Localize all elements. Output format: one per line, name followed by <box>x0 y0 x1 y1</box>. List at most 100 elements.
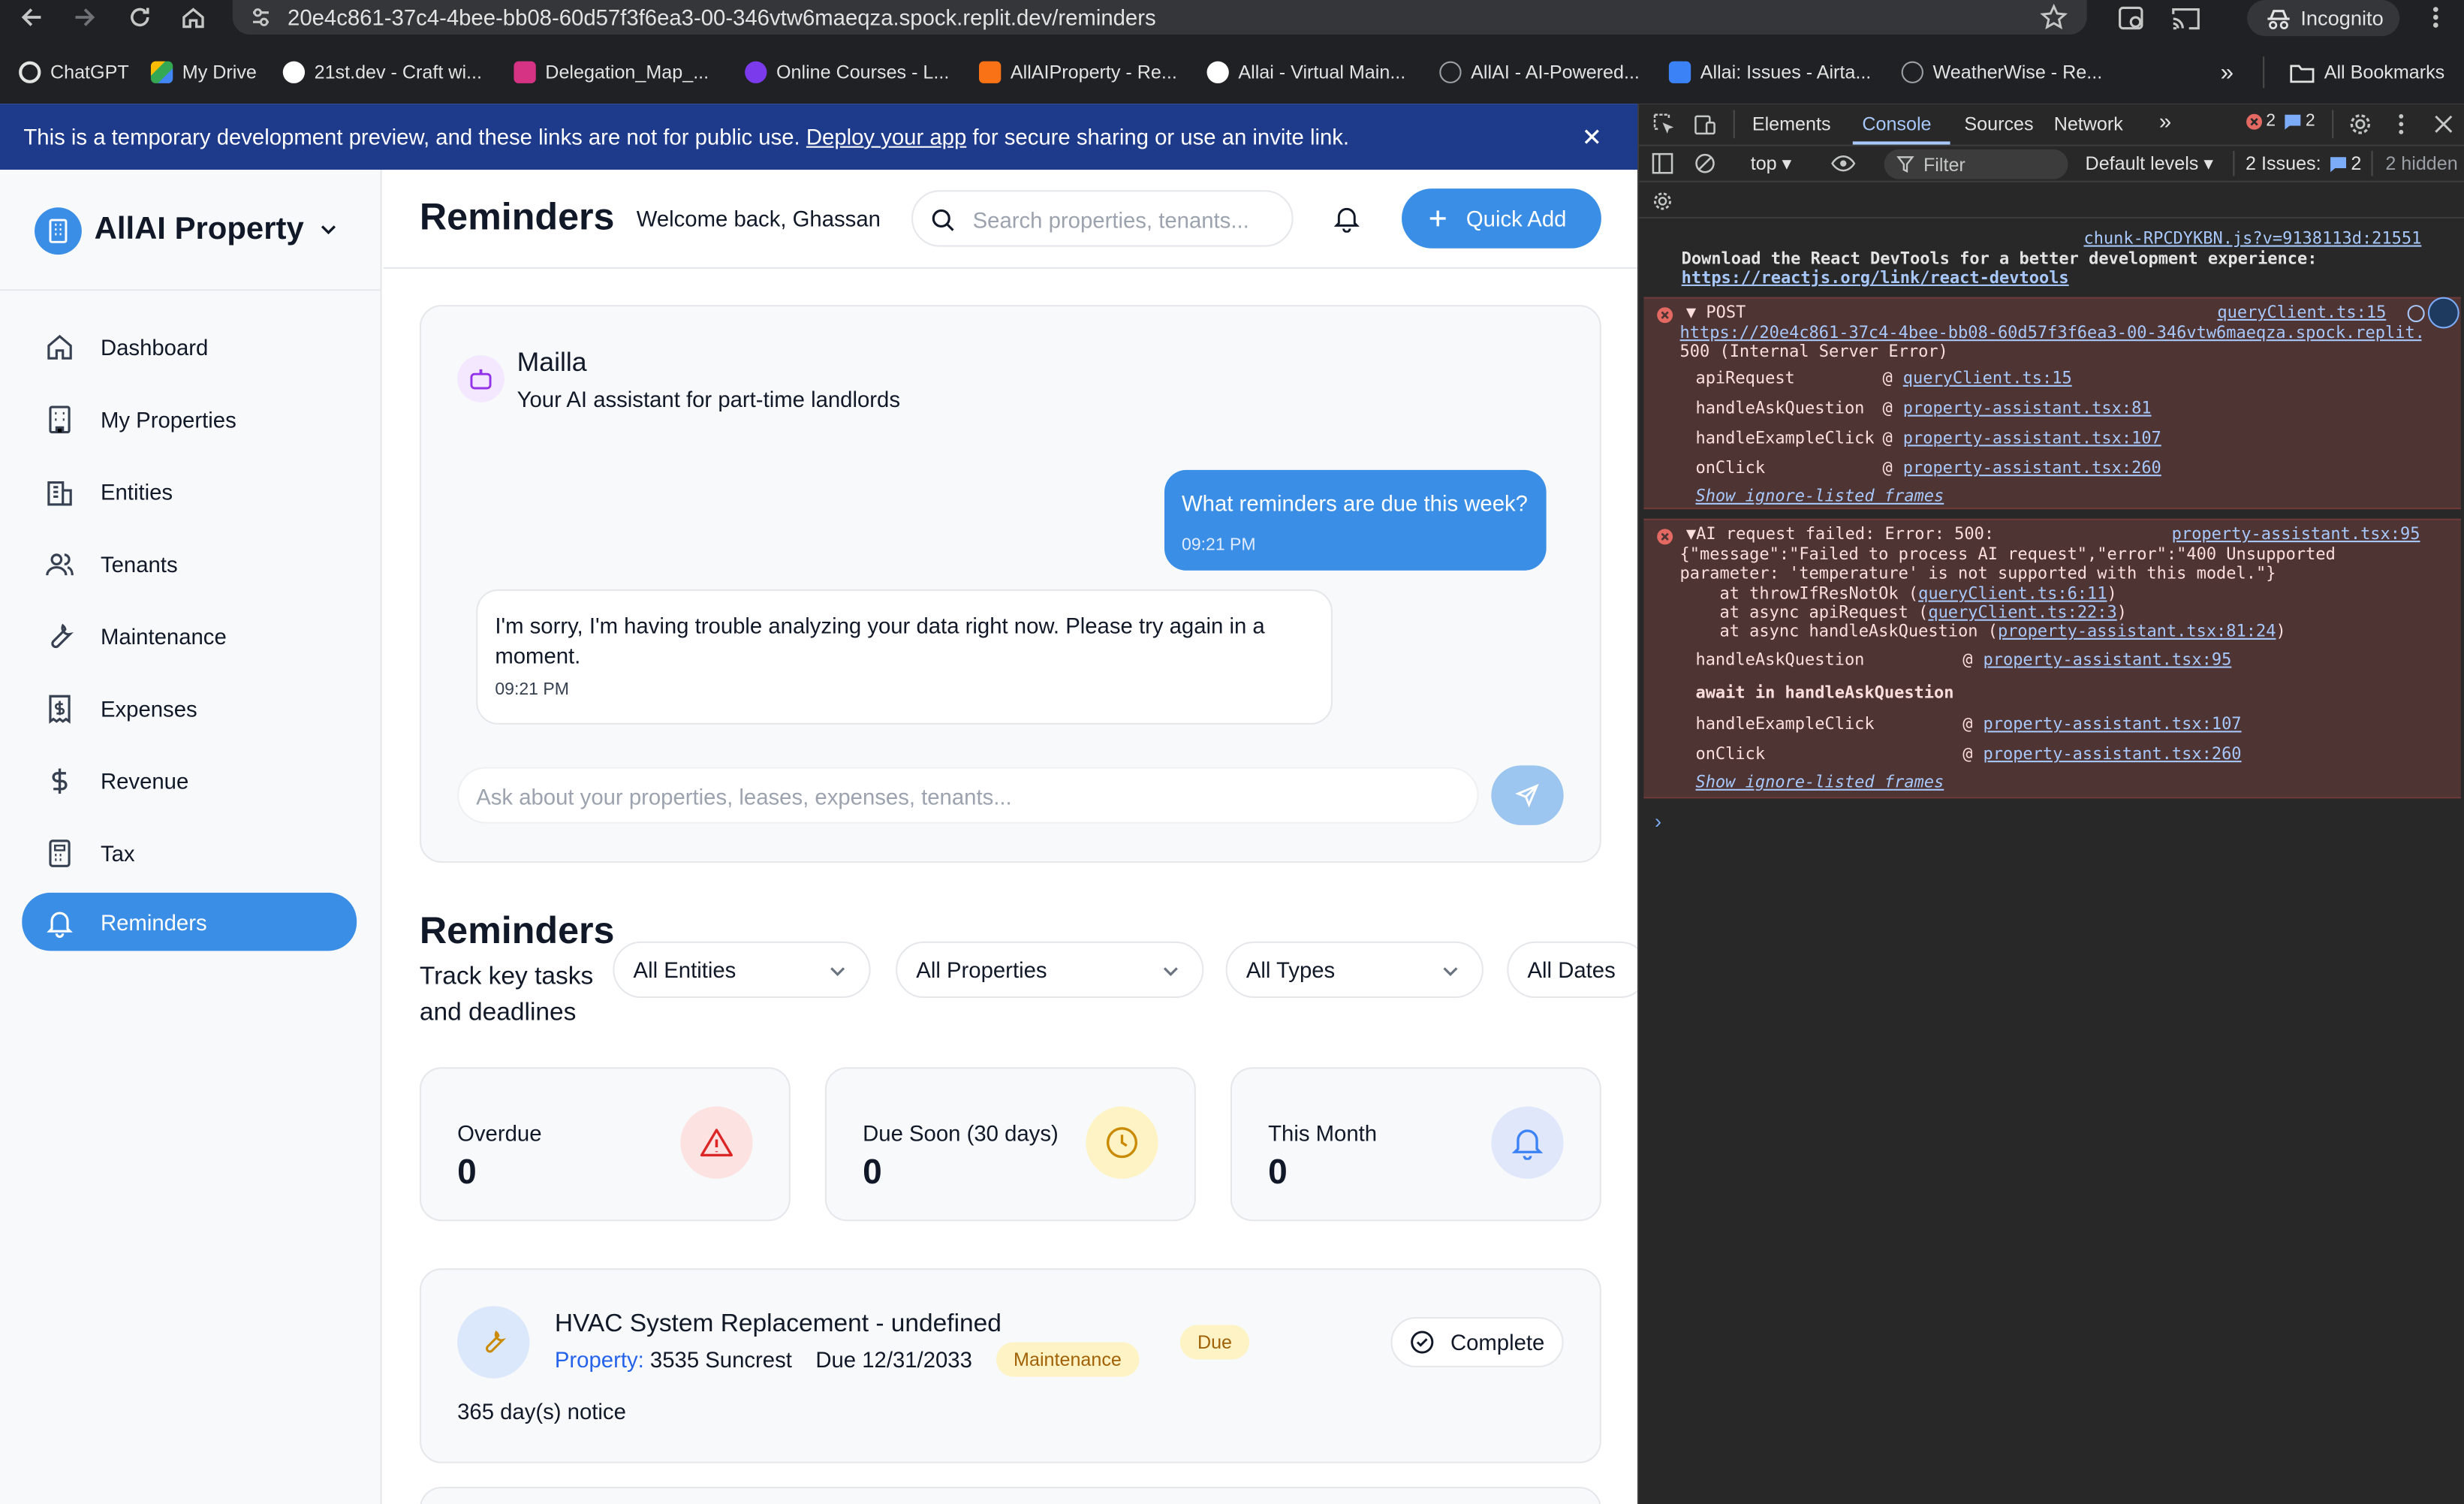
browser-menu-icon[interactable] <box>2428 3 2444 32</box>
property-filter[interactable]: All Properties <box>896 941 1204 999</box>
notifications-bell-icon[interactable] <box>1334 204 1360 233</box>
address-bar[interactable]: 20e4c861-37c4-4bee-bb08-60d57f3f6ea3-00-… <box>232 0 2087 35</box>
type-filter[interactable]: All Types <box>1225 941 1484 999</box>
settings-gear-icon[interactable] <box>2348 112 2372 137</box>
send-button[interactable] <box>1491 765 1564 825</box>
complete-button[interactable]: Complete <box>1390 1317 1564 1368</box>
devtools-menu-icon[interactable] <box>2395 112 2408 137</box>
show-ignore-listed-link[interactable]: Show ignore-listed frames <box>1695 773 1944 792</box>
sidebar-item-dashboard[interactable]: Dashboard <box>22 318 357 375</box>
close-icon[interactable] <box>1581 125 1603 147</box>
tab-elements[interactable]: Elements <box>1752 113 1831 135</box>
lens-icon[interactable] <box>2116 5 2148 33</box>
more-bookmarks-icon[interactable]: » <box>2221 56 2234 88</box>
site-info-icon[interactable] <box>249 5 273 29</box>
stack-loc-link[interactable]: property-assistant.tsx:107 <box>1984 715 2242 734</box>
stack-loc-link[interactable]: queryClient.ts:15 <box>1903 369 2072 388</box>
close-devtools-icon[interactable] <box>2432 113 2454 135</box>
inspect-element-icon[interactable] <box>1652 112 1676 137</box>
home-icon[interactable] <box>178 3 209 32</box>
incognito-icon <box>2267 9 2290 29</box>
error-icon <box>1657 307 1673 324</box>
incognito-badge[interactable]: Incognito <box>2247 0 2400 37</box>
sidebar-item-my-properties[interactable]: My Properties <box>22 390 357 448</box>
stack-loc-link[interactable]: property-assistant.tsx:81 <box>1903 399 2152 418</box>
console-prompt-icon[interactable]: › <box>1655 809 1661 833</box>
trace-link[interactable]: property-assistant.tsx:81:24 <box>1998 622 2276 641</box>
error-source-link[interactable]: property-assistant.tsx:95 <box>2172 525 2420 544</box>
forward-icon[interactable] <box>69 3 101 32</box>
show-ignore-listed-link[interactable]: Show ignore-listed frames <box>1695 487 1944 506</box>
trace-link[interactable]: queryClient.ts:22:3 <box>1928 604 2116 622</box>
sidebar-item-tenants[interactable]: Tenants <box>22 535 357 592</box>
sidebar-item-tax[interactable]: Tax <box>22 824 357 882</box>
sidebar-item-revenue[interactable]: Revenue <box>22 752 357 809</box>
issues-button[interactable]: 2 Issues: 2 <box>2246 152 2361 174</box>
error-source-link[interactable]: queryClient.ts:15 <box>2217 303 2386 322</box>
stack-loc-link[interactable]: property-assistant.tsx:260 <box>1903 459 2161 478</box>
tab-sources[interactable]: Sources <box>1964 113 2033 135</box>
bookmark-allai-ai-powered[interactable]: AllAI - AI-Powered... <box>1439 56 1640 88</box>
console-settings-row <box>1639 182 2464 219</box>
network-icon[interactable] <box>2407 305 2425 323</box>
assistant-input-placeholder: Ask about your properties, leases, expen… <box>476 784 1012 809</box>
bookmark-my-drive[interactable]: My Drive <box>150 56 257 88</box>
brand-header[interactable]: AllAI Property <box>0 170 381 291</box>
more-tabs-icon[interactable]: » <box>2159 108 2171 133</box>
entity-filter[interactable]: All Entities <box>613 941 871 999</box>
error-head[interactable]: ▼ POST <box>1686 303 1746 322</box>
bookmark-weatherwise[interactable]: WeatherWise - Re... <box>1901 56 2102 88</box>
divider <box>2371 150 2373 176</box>
react-devtools-link[interactable]: https://reactjs.org/link/react-devtools <box>1682 269 2069 288</box>
stack-fn: onClick <box>1695 745 1766 764</box>
error-message-line: parameter: 'temperature' is not supporte… <box>1679 564 2276 583</box>
sidebar-item-reminders[interactable]: Reminders <box>22 892 357 951</box>
all-bookmarks[interactable]: All Bookmarks <box>2263 56 2444 89</box>
stack-loc-link[interactable]: property-assistant.tsx:107 <box>1903 429 2161 448</box>
stack-loc-link[interactable]: property-assistant.tsx:95 <box>1984 651 2232 670</box>
bookmark-online-courses[interactable]: Online Courses - L... <box>745 56 949 88</box>
search-input[interactable]: Search properties, tenants... <box>911 190 1294 247</box>
clear-console-icon[interactable] <box>1694 152 1715 174</box>
sidebar-item-maintenance[interactable]: Maintenance <box>22 607 357 665</box>
reload-icon[interactable] <box>124 3 155 32</box>
sidebar-item-expenses[interactable]: Expenses <box>22 679 357 737</box>
bookmark-delegation-map[interactable]: Delegation_Map_... <box>514 56 709 88</box>
error-url-link[interactable]: https://20e4c861-37c4-4bee-bb08-60d57f3f… <box>1680 324 2422 342</box>
device-toolbar-icon[interactable] <box>1692 112 1717 137</box>
bookmark-allai-issues[interactable]: Allai: Issues - Airta... <box>1668 56 1871 88</box>
deploy-app-link[interactable]: Deploy your app <box>806 124 966 149</box>
bookmark-allai-virtual[interactable]: Allai - Virtual Main... <box>1206 56 1405 88</box>
log-levels-dropdown[interactable]: Default levels ▾ <box>2086 152 2213 174</box>
filter-icon <box>1896 156 1914 173</box>
back-icon[interactable] <box>16 3 47 32</box>
console-filter-input[interactable]: Filter <box>1884 149 2068 179</box>
stat-card-this-month: This Month 0 <box>1230 1067 1601 1222</box>
bookmark-allaiproperty[interactable]: AllAIProperty - Re... <box>979 56 1177 88</box>
console-settings-icon[interactable] <box>1652 190 1673 212</box>
error-head[interactable]: ▼AI request failed: Error: 500: <box>1686 525 1994 544</box>
error-trace-line: at throwIfResNotOk (queryClient.ts:6:11) <box>1679 584 2117 604</box>
trace-link[interactable]: queryClient.ts:6:11 <box>1918 585 2107 604</box>
cast-icon[interactable] <box>2170 5 2202 33</box>
user-message: What reminders are due this week? 09:21 … <box>1164 469 1547 571</box>
eye-icon[interactable] <box>1830 152 1856 174</box>
stack-loc-link[interactable]: property-assistant.tsx:260 <box>1984 745 2242 764</box>
error-counter[interactable]: 2 2 <box>2246 112 2315 131</box>
quick-add-button[interactable]: Quick Add <box>1402 188 1601 249</box>
sidebar-toggle-icon[interactable] <box>1652 152 1673 174</box>
tab-console[interactable]: Console <box>1862 113 1931 135</box>
bookmark-chatgpt[interactable]: ChatGPT <box>19 56 129 88</box>
ai-insight-icon[interactable] <box>2427 297 2459 329</box>
message-icon <box>2330 156 2347 172</box>
assistant-input[interactable]: Ask about your properties, leases, expen… <box>457 767 1479 824</box>
chevron-down-icon <box>1163 967 1178 976</box>
bookmark-star-icon[interactable] <box>2040 3 2068 32</box>
log-source-link[interactable]: chunk-RPCDYKBN.js?v=9138113d:21551 <box>2083 230 2421 249</box>
url-text[interactable]: 20e4c861-37c4-4bee-bb08-60d57f3f6ea3-00-… <box>288 5 1156 29</box>
date-filter[interactable]: All Dates <box>1507 941 1649 999</box>
bookmark-21st-dev[interactable]: 21st.dev - Craft wi... <box>282 56 482 88</box>
context-selector[interactable]: top ▾ <box>1751 152 1792 174</box>
sidebar-item-entities[interactable]: Entities <box>22 462 357 520</box>
tab-network[interactable]: Network <box>2054 113 2123 135</box>
